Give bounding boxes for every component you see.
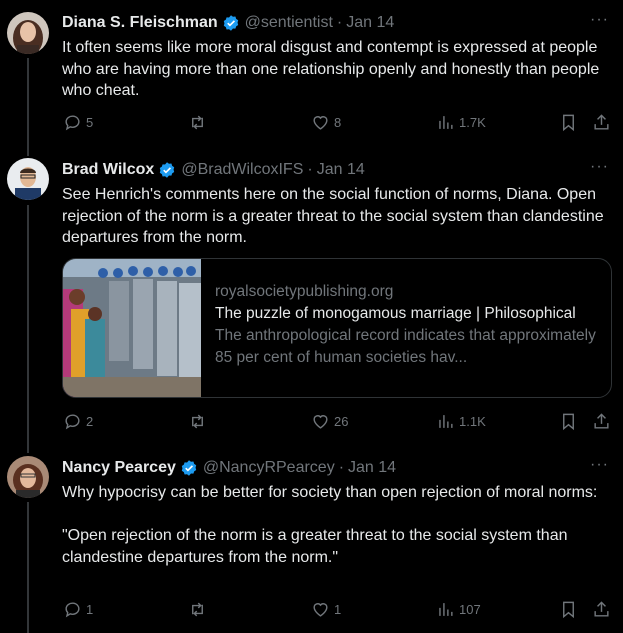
reply-icon bbox=[65, 602, 80, 618]
separator: · bbox=[307, 161, 313, 178]
tweet-date[interactable]: Jan 14 bbox=[348, 459, 396, 477]
like-count: 26 bbox=[334, 414, 349, 429]
author-handle[interactable]: @sentientist bbox=[245, 14, 333, 32]
retweet-button[interactable] bbox=[188, 600, 207, 619]
verified-badge-icon bbox=[223, 15, 238, 31]
share-icon bbox=[594, 413, 609, 429]
retweet-button[interactable] bbox=[188, 113, 207, 132]
reply-icon bbox=[65, 115, 80, 131]
tweet-date[interactable]: Jan 14 bbox=[346, 14, 394, 32]
views-count: 1.7K bbox=[459, 115, 486, 130]
tweet-text: See Henrich's comments here on the socia… bbox=[62, 186, 609, 246]
views-icon bbox=[439, 116, 453, 129]
reply-count: 2 bbox=[86, 414, 94, 429]
like-button[interactable]: 1 bbox=[311, 600, 341, 619]
bookmark-button[interactable] bbox=[559, 412, 578, 431]
retweet-icon bbox=[192, 115, 203, 130]
author-name[interactable]: Brad Wilcox bbox=[62, 161, 154, 179]
verified-badge-icon bbox=[160, 162, 175, 178]
like-count: 1 bbox=[334, 602, 342, 617]
views-button[interactable]: 1.7K bbox=[436, 113, 486, 132]
tweet-header: Brad Wilcox @BradWilcoxIFS · Jan 14 ··· bbox=[62, 158, 611, 182]
tweet-text: Why hypocrisy can be better for society … bbox=[62, 484, 598, 566]
tweet-actions: 1 1 107 bbox=[0, 600, 623, 622]
reply-button[interactable]: 5 bbox=[63, 113, 93, 132]
reply-button[interactable]: 1 bbox=[63, 600, 93, 619]
bookmark-button[interactable] bbox=[559, 600, 578, 619]
tweet-actions: 2 26 1.1K bbox=[0, 412, 623, 434]
tweet-date[interactable]: Jan 14 bbox=[317, 161, 365, 179]
views-button[interactable]: 107 bbox=[436, 600, 481, 619]
like-count: 8 bbox=[334, 115, 342, 130]
reply-count: 1 bbox=[86, 602, 94, 617]
more-icon[interactable]: ··· bbox=[590, 158, 609, 176]
like-icon bbox=[313, 116, 328, 130]
tweet-header: Diana S. Fleischman @sentientist · Jan 1… bbox=[62, 11, 611, 35]
avatar[interactable] bbox=[7, 158, 49, 200]
share-button[interactable] bbox=[592, 412, 611, 431]
bookmark-icon bbox=[563, 413, 574, 431]
avatar[interactable] bbox=[7, 456, 49, 498]
share-icon bbox=[594, 601, 609, 617]
retweet-icon bbox=[192, 602, 203, 617]
reply-count: 5 bbox=[86, 115, 94, 130]
views-button[interactable]: 1.1K bbox=[436, 412, 486, 431]
share-icon bbox=[594, 114, 609, 130]
author-name[interactable]: Nancy Pearcey bbox=[62, 459, 176, 477]
bookmark-icon bbox=[563, 601, 574, 619]
link-card[interactable]: royalsocietypublishing.org The puzzle of… bbox=[62, 258, 612, 398]
link-card-image bbox=[63, 259, 201, 397]
tweet-text: It often seems like more moral disgust a… bbox=[62, 39, 604, 99]
author-handle[interactable]: @BradWilcoxIFS bbox=[181, 161, 303, 179]
retweet-button[interactable] bbox=[188, 412, 207, 431]
like-button[interactable]: 8 bbox=[311, 113, 341, 132]
author-handle[interactable]: @NancyRPearcey bbox=[203, 459, 335, 477]
separator: · bbox=[336, 14, 343, 31]
views-icon bbox=[439, 415, 453, 428]
like-icon bbox=[313, 415, 328, 429]
author-name[interactable]: Diana S. Fleischman bbox=[62, 14, 218, 32]
share-button[interactable] bbox=[592, 600, 611, 619]
bookmark-icon bbox=[563, 114, 574, 132]
bookmark-button[interactable] bbox=[559, 113, 578, 132]
views-count: 1.1K bbox=[459, 414, 486, 429]
reply-icon bbox=[65, 414, 80, 430]
separator: · bbox=[338, 459, 345, 476]
tweet-header: Nancy Pearcey @NancyRPearcey · Jan 14 ··… bbox=[62, 456, 611, 480]
thread-line bbox=[27, 58, 29, 156]
tweet-actions: 5 8 1.7K bbox=[0, 113, 623, 135]
reply-button[interactable]: 2 bbox=[63, 412, 93, 431]
share-button[interactable] bbox=[592, 113, 611, 132]
verified-badge-icon bbox=[181, 460, 197, 476]
more-icon[interactable]: ··· bbox=[590, 11, 609, 29]
like-icon bbox=[313, 603, 328, 617]
like-button[interactable]: 26 bbox=[311, 412, 348, 431]
link-card-title: The puzzle of monogamous marriage | Phil… bbox=[215, 305, 576, 322]
views-icon bbox=[439, 603, 453, 616]
link-card-domain: royalsocietypublishing.org bbox=[215, 283, 394, 300]
retweet-icon bbox=[192, 414, 203, 429]
views-count: 107 bbox=[459, 602, 481, 617]
more-icon[interactable]: ··· bbox=[590, 456, 609, 474]
link-card-description: The anthropological record indicates tha… bbox=[215, 327, 596, 366]
avatar[interactable] bbox=[7, 12, 49, 54]
